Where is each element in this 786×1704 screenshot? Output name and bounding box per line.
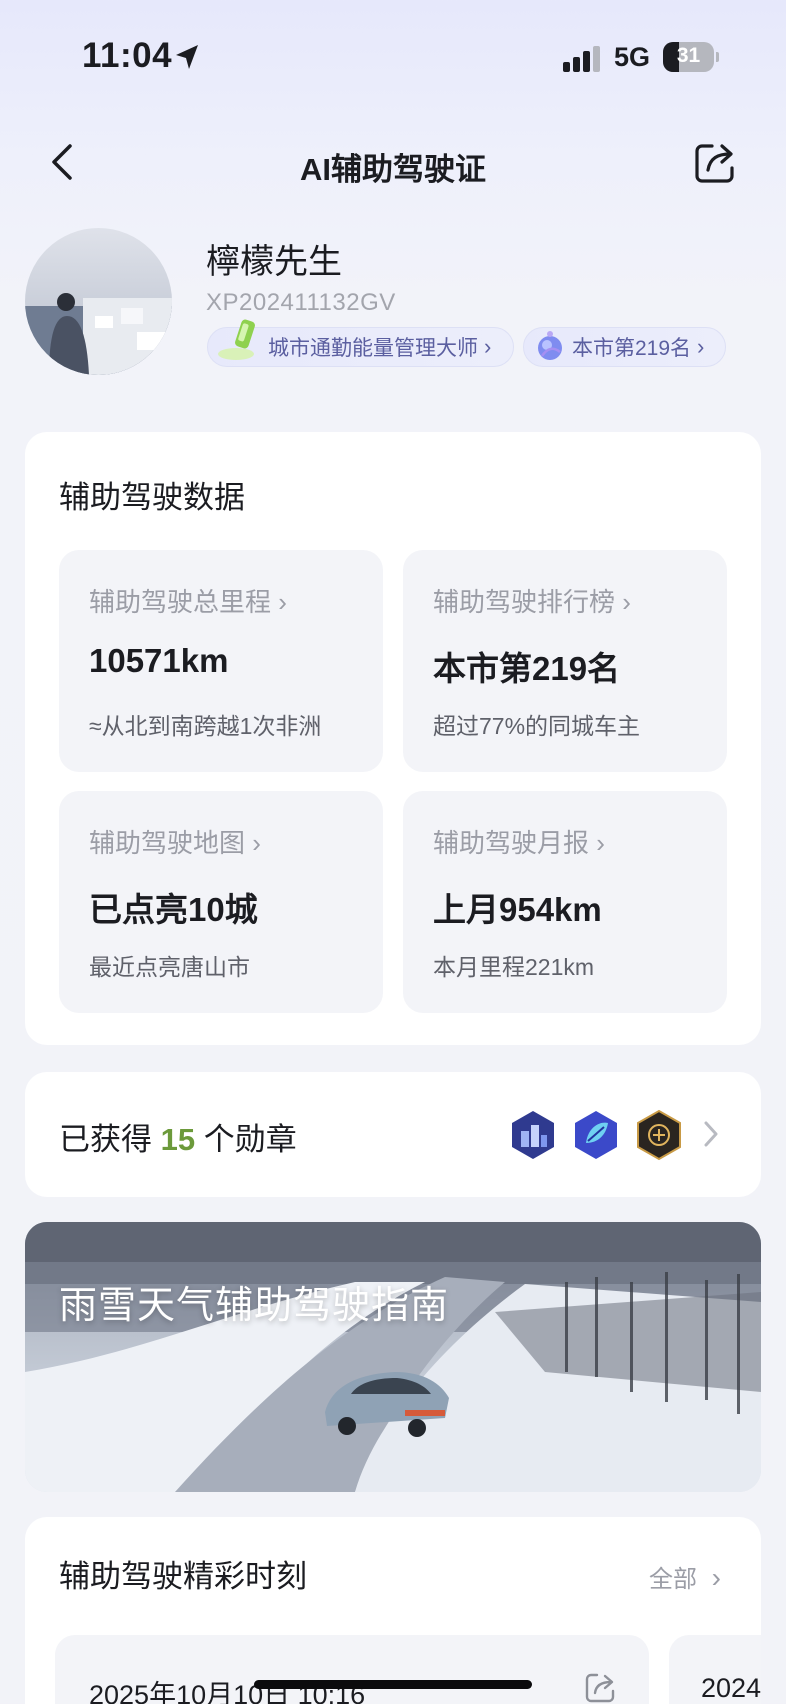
driving-data-card: 辅助驾驶数据 辅助驾驶总里程 › 10571km ≈从北到南跨越1次非洲 辅助驾… (25, 432, 761, 1045)
user-id: XP202411132GV (206, 289, 396, 316)
chevron-right-icon: › (711, 1562, 721, 1593)
status-bar: 11:04 5G 31 (0, 0, 786, 115)
avatar-photo (25, 228, 172, 375)
chevron-right-icon: › (278, 587, 287, 617)
tile-value: 10571km (89, 642, 229, 679)
chevron-right-icon: › (622, 587, 631, 617)
tile-label: 辅助驾驶总里程 › (89, 587, 287, 617)
cellular-signal-icon (563, 46, 600, 72)
tile-subtext: 超过77%的同城车主 (433, 713, 641, 739)
share-button[interactable] (692, 140, 738, 186)
tile-label: 辅助驾驶地图 › (89, 828, 261, 858)
battery-percent: 31 (676, 44, 701, 67)
rank-badge-pill[interactable]: 本市第219名 › (523, 327, 726, 367)
see-all-link[interactable]: 全部 › (649, 1559, 721, 1594)
city-badge-icon (512, 1111, 554, 1159)
tile-value: 已点亮10城 (89, 891, 258, 928)
tile-map[interactable]: 辅助驾驶地图 › 已点亮10城 最近点亮唐山市 (59, 791, 383, 1013)
globe-icon (538, 331, 562, 360)
tile-label: 辅助驾驶月报 › (433, 828, 605, 858)
title-badge-pill[interactable]: 城市通勤能量管理大师 › (207, 319, 514, 367)
tile-total-mileage[interactable]: 辅助驾驶总里程 › 10571km ≈从北到南跨越1次非洲 (59, 550, 383, 772)
banner-title: 雨雪天气辅助驾驶指南 (59, 1285, 450, 1327)
chevron-right-icon: › (697, 334, 705, 359)
badges-card[interactable]: 已获得 15 个勋章 (25, 1072, 761, 1197)
status-time: 11:04 (82, 36, 173, 75)
moment-card[interactable]: 2025年10月10日 10:16 (55, 1635, 649, 1704)
home-indicator (254, 1680, 532, 1689)
tile-label: 辅助驾驶排行榜 › (433, 587, 631, 617)
section-title: 辅助驾驶数据 (59, 480, 245, 515)
title-badge-label: 城市通勤能量管理大师 (268, 337, 478, 360)
leaf-badge-icon (575, 1111, 617, 1159)
location-arrow-icon (176, 45, 198, 69)
tile-value: 本市第219名 (433, 650, 621, 687)
tile-monthly-report[interactable]: 辅助驾驶月报 › 上月954km 本月里程221km (403, 791, 727, 1013)
snow-driving-guide-banner[interactable]: 雨雪天气辅助驾驶指南 (25, 1222, 761, 1492)
section-title: 辅助驾驶精彩时刻 (59, 1559, 307, 1594)
banner-photo (25, 1222, 761, 1492)
chevron-right-icon: › (596, 828, 605, 858)
moment-date: 2024 (701, 1673, 762, 1703)
highlights-card: 辅助驾驶精彩时刻 全部 › 2025年10月10日 10:16 2024 (25, 1517, 761, 1704)
chevron-right-icon (704, 1121, 718, 1147)
achievement-badge-icon (637, 1109, 681, 1161)
badges-summary: 已获得 15 个勋章 (59, 1122, 297, 1157)
battery-icon: 31 (663, 42, 719, 72)
tile-subtext: 本月里程221km (433, 954, 595, 980)
chevron-right-icon: › (484, 334, 492, 359)
moment-card[interactable]: 2024 (669, 1635, 761, 1704)
tile-leaderboard[interactable]: 辅助驾驶排行榜 › 本市第219名 超过77%的同城车主 (403, 550, 727, 772)
tile-subtext: ≈从北到南跨越1次非洲 (89, 713, 322, 739)
page-title: AI辅助驾驶证 (300, 152, 486, 187)
tile-value: 上月954km (433, 891, 602, 928)
user-name: 檸檬先生 (206, 243, 342, 281)
rank-badge-label: 本市第219名 (572, 337, 692, 360)
avatar[interactable] (25, 228, 172, 375)
trophy-icon (218, 319, 255, 360)
chevron-right-icon: › (252, 828, 261, 858)
share-icon[interactable] (583, 1671, 617, 1704)
badges-count: 15 (160, 1122, 196, 1157)
network-type: 5G (614, 42, 651, 72)
tile-subtext: 最近点亮唐山市 (89, 954, 250, 980)
